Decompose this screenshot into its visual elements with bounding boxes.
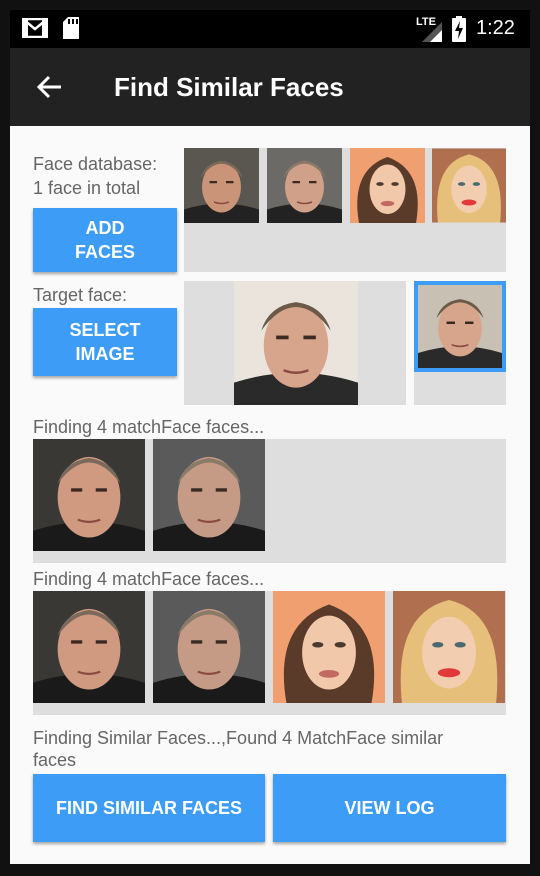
clock: 1:22 — [476, 17, 515, 39]
target-face-label: Target face: — [33, 285, 128, 305]
result-2-face-3 — [273, 591, 385, 703]
detected-face[interactable] — [414, 281, 506, 372]
main-content: Face database: 1 face in total ADD FACES… — [10, 126, 530, 864]
arrow-back-icon[interactable] — [36, 75, 62, 99]
result-2-label: Finding 4 matchFace faces... — [33, 569, 265, 589]
result-2-face-4 — [393, 591, 505, 703]
result-1-face-2 — [153, 439, 265, 551]
face-count-label: 1 face in total — [33, 178, 141, 198]
page-title: Find Similar Faces — [114, 72, 344, 102]
database-face-3 — [350, 148, 425, 223]
gmail-icon — [21, 17, 49, 39]
similar-faces-status: Finding Similar Faces...,Found 4 MatchFa… — [33, 728, 444, 770]
battery-charging-icon — [452, 16, 466, 42]
database-face-4 — [432, 148, 506, 223]
select-image-button[interactable]: SELECT IMAGE — [33, 308, 177, 376]
signal-icon — [420, 20, 444, 42]
find-similar-faces-button[interactable]: FIND SIMILAR FACES — [33, 774, 265, 842]
app-bar: Find Similar Faces — [10, 48, 530, 126]
database-face-1 — [184, 148, 259, 223]
status-bar: LTE 1:22 — [10, 10, 530, 48]
result-1-label: Finding 4 matchFace faces... — [33, 417, 265, 437]
database-face-2 — [267, 148, 342, 223]
add-faces-button[interactable]: ADD FACES — [33, 208, 177, 272]
face-database-label: Face database: — [33, 154, 158, 174]
result-2-face-2 — [153, 591, 265, 703]
result-2-face-1 — [33, 591, 145, 703]
result-1-face-1 — [33, 439, 145, 551]
sd-card-icon — [62, 16, 80, 40]
view-log-button[interactable]: VIEW LOG — [273, 774, 506, 842]
target-image — [234, 281, 358, 405]
